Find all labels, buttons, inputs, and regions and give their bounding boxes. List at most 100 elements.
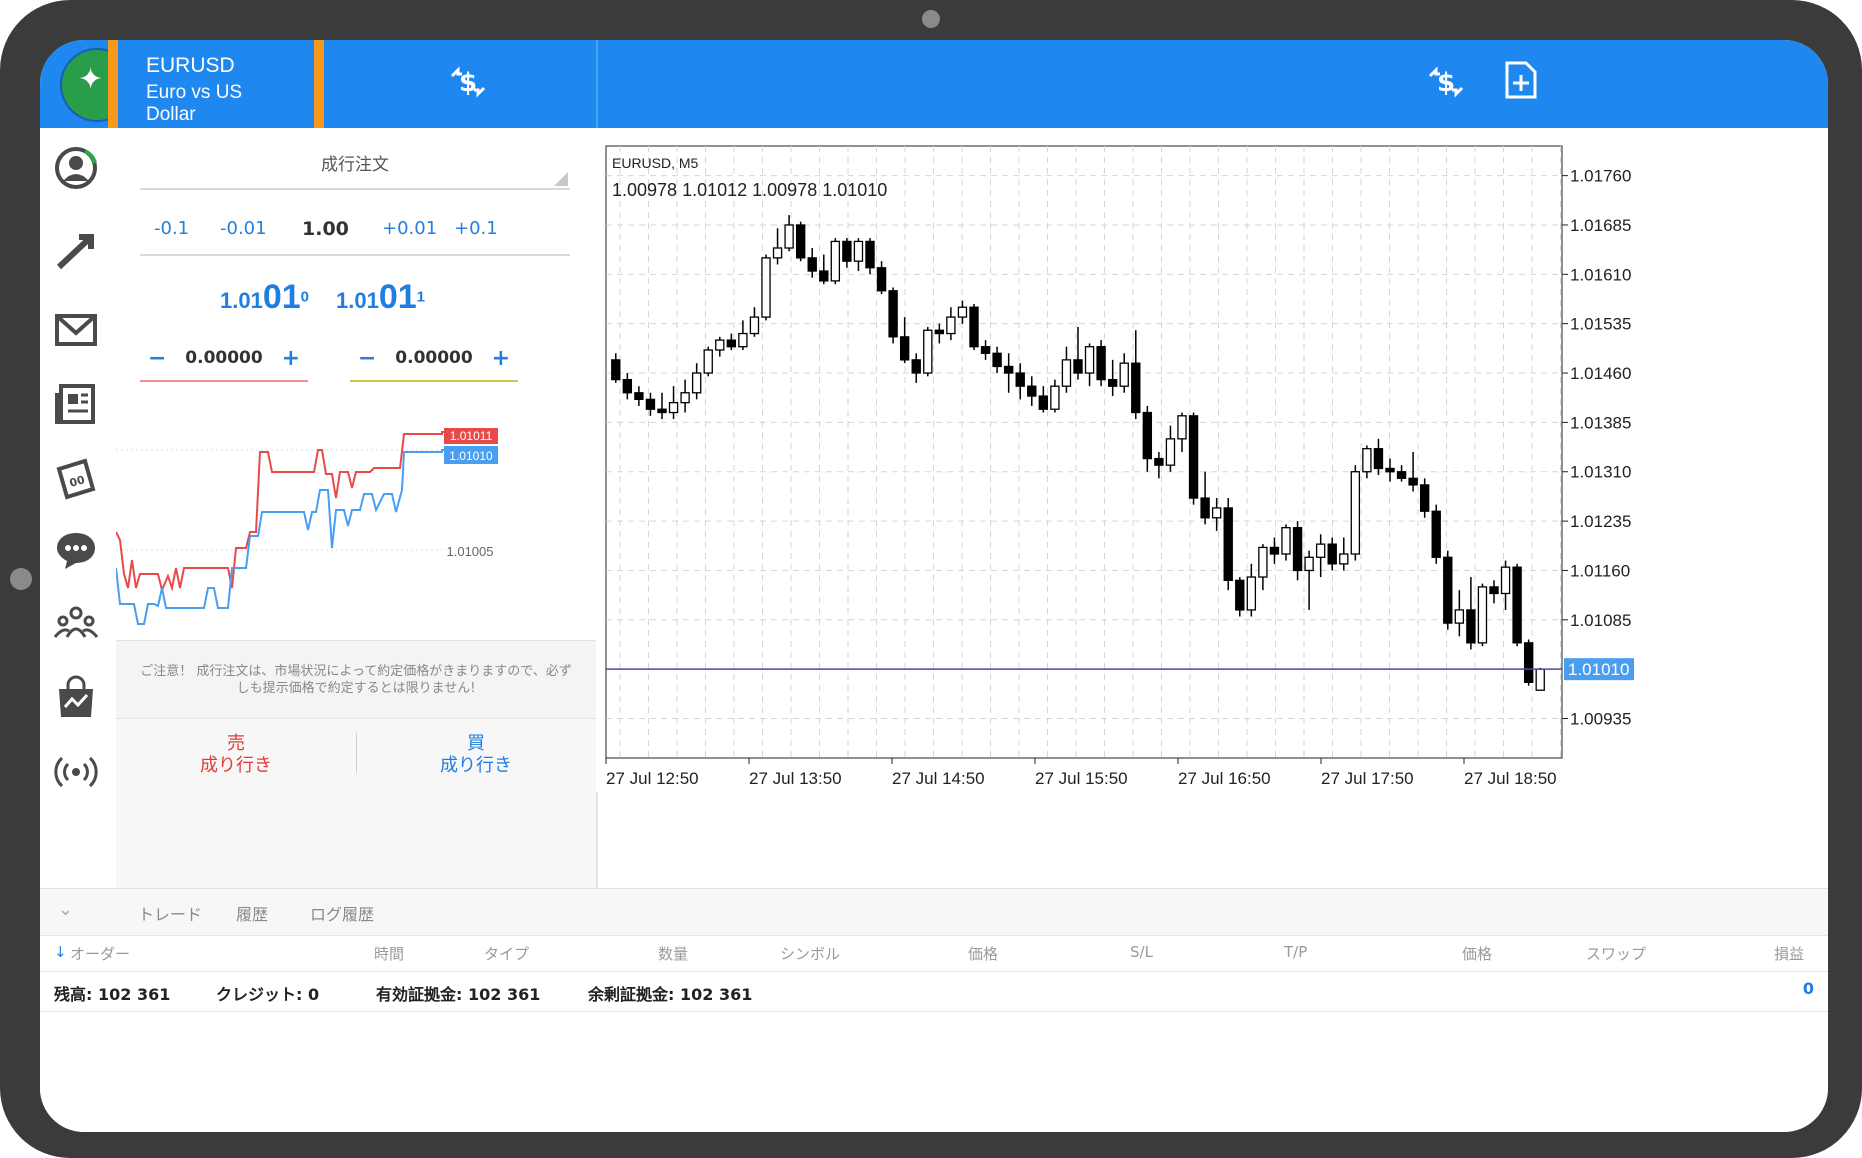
candle-body: [1073, 359, 1083, 374]
left-nav: 00: [40, 128, 116, 888]
tablet-frame: ✦ EURUSD Euro vs US Dollar $ $ 00 成行注文 -…: [0, 0, 1862, 1158]
candle-body: [1027, 385, 1037, 397]
col-price[interactable]: 価格: [968, 943, 998, 964]
candle-body: [1454, 609, 1465, 624]
candle-body: [807, 257, 817, 272]
candle-body: [795, 224, 806, 259]
x-tick-label: 27 Jul 12:50: [606, 769, 699, 788]
quotes-icon[interactable]: $: [448, 62, 488, 110]
top-bar: ✦ EURUSD Euro vs US Dollar $ $: [40, 40, 1828, 152]
candle-body: [691, 372, 702, 394]
bid-price: 1.01010: [220, 278, 309, 317]
collapse-chevron-icon[interactable]: ⌄: [58, 899, 73, 920]
candle-body: [622, 378, 633, 394]
col-order[interactable]: オーダー: [70, 943, 130, 964]
news-icon[interactable]: [50, 378, 102, 430]
y-tick-label: 1.01310: [1570, 463, 1631, 482]
y-tick-label: 1.01535: [1570, 315, 1631, 334]
buy-button[interactable]: 買 成り行き: [356, 733, 596, 777]
col-time[interactable]: 時間: [374, 943, 404, 964]
candle-body: [1015, 372, 1025, 387]
x-tick-label: 27 Jul 13:50: [749, 769, 842, 788]
signal-icon[interactable]: [50, 746, 102, 798]
trade-arrows-icon[interactable]: [50, 226, 102, 278]
lot-plus-001-button[interactable]: +0.01: [382, 218, 437, 239]
mail-icon[interactable]: [50, 304, 102, 356]
candle-body: [1489, 586, 1499, 595]
screen: ✦ EURUSD Euro vs US Dollar $ $ 00 成行注文 -…: [40, 40, 1828, 1132]
lot-minus-01-button[interactable]: -0.1: [154, 218, 189, 239]
y-tick-label: 1.00935: [1570, 710, 1631, 729]
candle-body: [1165, 438, 1176, 466]
candle-body: [1500, 566, 1511, 595]
col-type[interactable]: タイプ: [484, 943, 529, 964]
quotes-icon-right[interactable]: $: [1426, 62, 1466, 110]
tab-history[interactable]: 履歴: [236, 901, 268, 925]
col-profit[interactable]: 損益: [1774, 943, 1804, 964]
col-swap[interactable]: スワップ: [1586, 943, 1646, 964]
candle-body: [1223, 507, 1233, 581]
col-symbol[interactable]: シンボル: [780, 943, 840, 964]
ask-tick-line: [116, 431, 496, 594]
candle-body: [1269, 546, 1280, 555]
candle-body: [645, 398, 656, 410]
col-price-current[interactable]: 価格: [1462, 943, 1492, 964]
candle-body: [888, 290, 898, 338]
lot-minus-001-button[interactable]: -0.01: [220, 218, 267, 239]
new-order-icon[interactable]: [1504, 60, 1538, 108]
bid-tick-line: [116, 449, 496, 625]
col-sl[interactable]: S/L: [1130, 943, 1153, 961]
y-tick-label: 1.01235: [1570, 512, 1631, 531]
candle-body: [1107, 378, 1118, 387]
calendar-icon[interactable]: 00: [50, 452, 102, 504]
order-type-label: 成行注文: [321, 155, 389, 175]
top-bar-divider: [596, 40, 598, 128]
account-icon[interactable]: [50, 142, 102, 194]
x-tick-label: 27 Jul 14:50: [892, 769, 985, 788]
candle-body: [1350, 471, 1361, 555]
x-tick-label: 27 Jul 16:50: [1178, 769, 1271, 788]
order-panel: 成行注文 -0.1 -0.01 1.00 +0.01 +0.1 1.01010 …: [116, 128, 598, 889]
tp-plus-button[interactable]: +: [492, 346, 510, 371]
sell-label: 売: [227, 733, 245, 754]
candle-body: [1327, 543, 1337, 565]
candle-body: [1304, 556, 1314, 572]
equity-label: 有効証拠金:: [376, 985, 463, 1004]
community-icon[interactable]: [50, 598, 102, 650]
terminal-panel: ⌄ トレード 履歴 ログ履歴 ↓ オーダー 時間 タイプ 数量 シンボル 価格 …: [40, 888, 1828, 1132]
candle-body: [1477, 586, 1488, 644]
column-headers: ↓ オーダー 時間 タイプ 数量 シンボル 価格 S/L T/P 価格 スワップ…: [40, 935, 1828, 972]
lot-value[interactable]: 1.00: [302, 218, 349, 240]
chat-icon[interactable]: [50, 524, 102, 576]
lot-plus-01-button[interactable]: +0.1: [454, 218, 498, 239]
candle-body: [830, 240, 841, 282]
side-button: [10, 568, 32, 590]
candle-body: [761, 257, 771, 318]
sell-button[interactable]: 売 成り行き: [116, 733, 356, 777]
take-profit-field[interactable]: − 0.00000 +: [350, 342, 518, 382]
svg-text:00: 00: [68, 473, 87, 490]
market-bag-icon[interactable]: [50, 672, 102, 724]
y-tick-label: 1.01610: [1570, 265, 1631, 284]
col-volume[interactable]: 数量: [658, 943, 688, 964]
sort-down-icon[interactable]: ↓: [54, 943, 67, 961]
tab-log[interactable]: ログ履歴: [310, 901, 374, 925]
balance-label: 残高:: [54, 985, 93, 1004]
candle-body: [703, 349, 713, 374]
tick-chart: 1.01011 1.01010 1.01005: [116, 428, 498, 625]
candle-body: [1431, 510, 1441, 558]
stop-loss-field[interactable]: − 0.00000 +: [140, 342, 308, 382]
col-tp[interactable]: T/P: [1284, 943, 1307, 961]
price-chart[interactable]: 1.01760 1.01685 1.01610 1.01535 1.01460 1.013…: [596, 128, 1828, 792]
tab-trade[interactable]: トレード: [138, 901, 202, 925]
sl-plus-button[interactable]: +: [282, 346, 300, 371]
candle-body: [1373, 448, 1384, 470]
candle-body: [784, 224, 794, 249]
order-type-select[interactable]: 成行注文: [140, 148, 570, 190]
dropdown-triangle-icon: [554, 172, 568, 186]
candle-body: [611, 359, 621, 381]
candle-body: [1131, 362, 1141, 414]
candle-body: [1211, 507, 1222, 519]
symbol-selector[interactable]: EURUSD Euro vs US Dollar: [136, 44, 296, 125]
buy-sublabel: 成り行き: [440, 755, 512, 776]
